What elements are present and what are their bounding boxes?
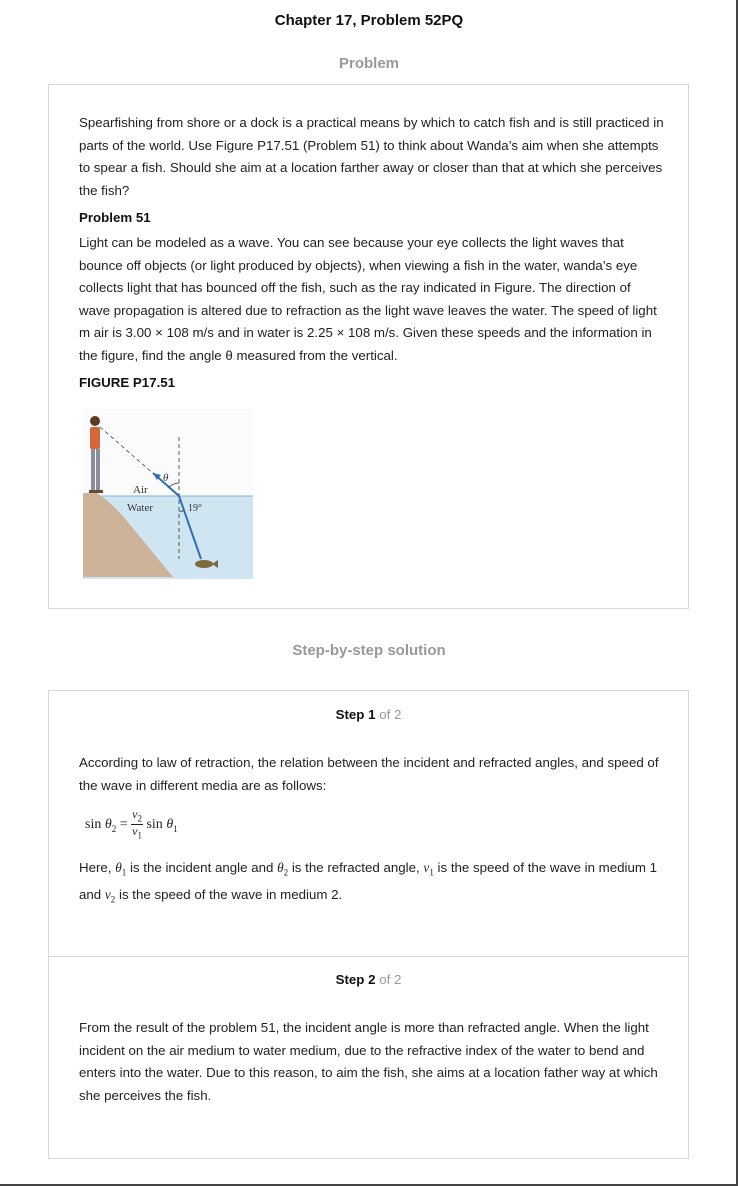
problem-box: Spearfishing from shore or a dock is a p… [48, 84, 689, 609]
step-2-total: of 2 [379, 972, 402, 987]
page-title: Chapter 17, Problem 52PQ [274, 12, 464, 29]
water-label: Water [127, 502, 153, 514]
problem-51-heading: Problem 51 [79, 210, 151, 225]
step-2-header: Step 2 of 2 [49, 972, 688, 987]
step-2-section: Step 2 of 2 From the result of the probl… [49, 957, 688, 1157]
theta-label: θ [163, 472, 169, 484]
solution-box: Step 1 of 2 According to law of retracti… [48, 690, 689, 1159]
figure-label: FIGURE P17.51 [79, 375, 176, 390]
problem-intro: Spearfishing from shore or a dock is a p… [79, 115, 664, 198]
step-1-word: Step [335, 707, 365, 722]
step-1-header: Step 1 of 2 [49, 707, 688, 722]
angle-label: 19° [188, 503, 202, 514]
solution-heading: Step-by-step solution [292, 642, 446, 659]
step-1-section: Step 1 of 2 According to law of retracti… [49, 691, 688, 957]
problem-heading: Problem [338, 55, 399, 72]
step-2-word: Step [335, 972, 365, 987]
speed-ratio-fraction: v2 v1 [131, 807, 143, 841]
problem-51-body: Light can be modeled as a wave. You can … [79, 235, 657, 363]
step-2-number: 2 [368, 972, 376, 987]
step-1-number: 1 [368, 707, 376, 722]
step-1-formula: sin θ2 = v2 v1 sin θ1 [85, 807, 178, 841]
step-1-definitions: Here, θ1 is the incident angle and θ2 is… [79, 860, 658, 905]
step-1-text: According to law of retraction, the rela… [79, 755, 659, 793]
refraction-figure: Air Water θ 19° [83, 409, 253, 579]
step-1-total: of 2 [379, 707, 402, 722]
air-label: Air [133, 484, 148, 496]
step-2-text: From the result of the problem 51, the i… [79, 1020, 658, 1103]
